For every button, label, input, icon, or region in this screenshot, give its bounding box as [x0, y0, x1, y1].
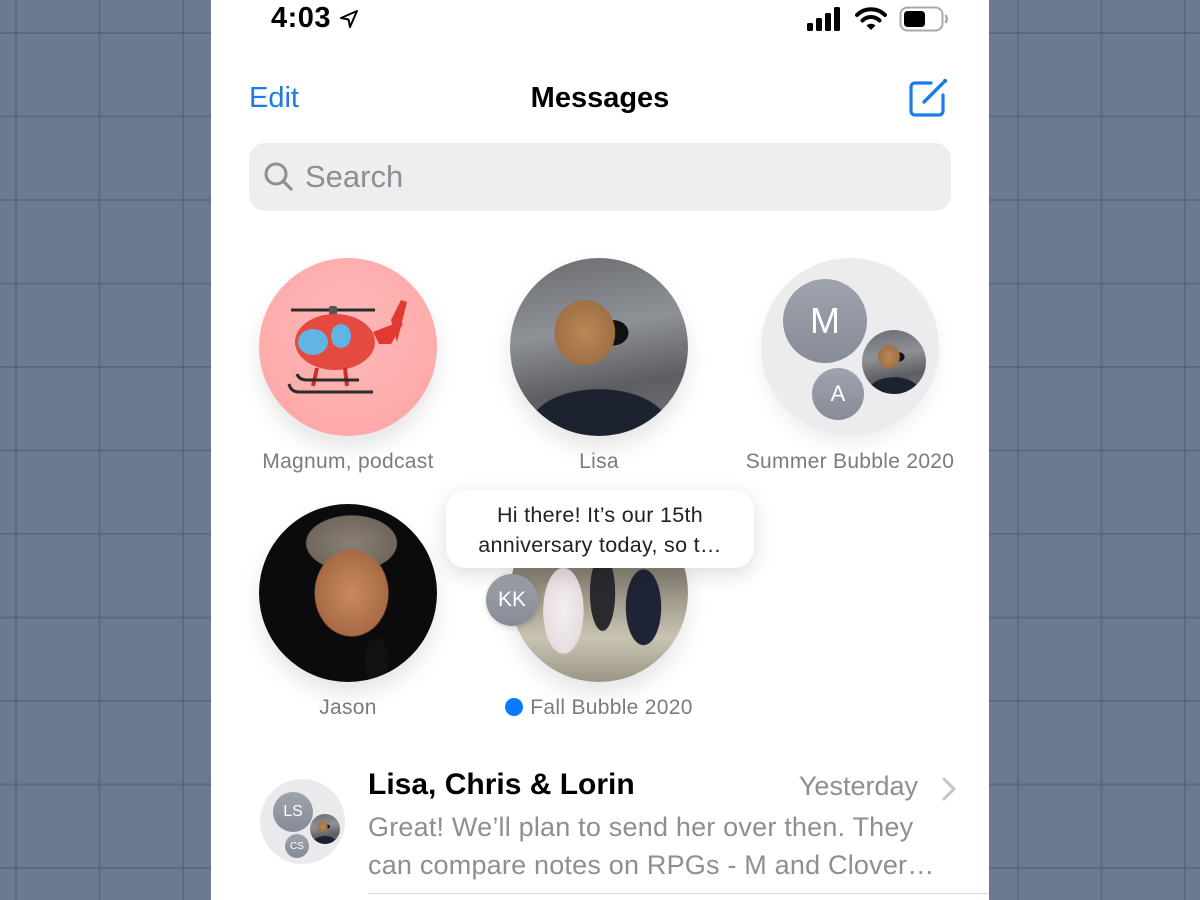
page-title: Messages: [530, 82, 670, 114]
compose-icon[interactable]: [907, 77, 949, 119]
battery-icon: [899, 6, 948, 32]
member-photo: [862, 330, 926, 394]
wifi-icon: [855, 7, 887, 30]
contact-photo: [510, 258, 688, 436]
conversation-preview: Great! We’ll plan to send her over then.…: [368, 812, 935, 880]
contact-photo: [259, 504, 437, 682]
member-monogram: CS: [285, 834, 309, 858]
group-avatar-bg: M A: [761, 258, 939, 436]
status-bar-time: 4:03: [271, 2, 359, 35]
member-monogram: LS: [273, 792, 313, 832]
messages-screen: 4:03 Edit Messages Search Magnum, podcas…: [211, 0, 989, 900]
conversation-row[interactable]: LS CS Lisa, Chris & Lorin Yesterday Grea…: [211, 762, 989, 900]
typing-member-monogram: KK: [486, 574, 538, 626]
helicopter-icon: [287, 300, 407, 394]
pinned-conversation-lisa[interactable]: Lisa: [479, 258, 719, 474]
member-monogram: M: [783, 279, 867, 363]
cellular-signal-icon: [807, 7, 840, 31]
edit-button[interactable]: Edit: [249, 82, 299, 115]
avatar: [259, 258, 437, 436]
pinned-label: Jason: [319, 696, 377, 719]
message-preview-bubble[interactable]: Hi there! It’s our 15th anniversary toda…: [446, 490, 754, 568]
conversation-name: Lisa, Chris & Lorin: [368, 768, 635, 801]
unread-indicator: [505, 698, 524, 716]
search-input[interactable]: [305, 159, 905, 195]
search-field[interactable]: [249, 143, 951, 211]
helicopter-avatar: [259, 258, 437, 436]
status-bar-indicators: [807, 6, 949, 32]
avatar: [510, 258, 688, 436]
pinned-label: Lisa: [579, 450, 619, 473]
location-arrow-icon: [340, 9, 359, 28]
member-monogram: A: [812, 368, 864, 420]
pinned-conversation-jason[interactable]: Jason: [228, 504, 468, 720]
pinned-label: Magnum, podcast: [262, 450, 434, 473]
chevron-right-icon: [942, 777, 956, 801]
member-photo: [310, 814, 340, 844]
pinned-conversation-magnum[interactable]: Magnum, podcast: [228, 258, 468, 474]
group-avatar: M A: [761, 258, 939, 436]
row-divider: [368, 893, 989, 894]
conversation-time: Yesterday: [798, 771, 918, 801]
pinned-label-text: Fall Bubble 2020: [530, 696, 693, 719]
avatar: [259, 504, 437, 682]
pinned-label: Fall Bubble 2020: [479, 696, 719, 720]
pinned-conversation-summer-bubble[interactable]: M A Summer Bubble 2020: [730, 258, 970, 474]
clock-text: 4:03: [271, 2, 332, 34]
pinned-label: Summer Bubble 2020: [745, 450, 955, 473]
group-avatar: LS CS: [260, 779, 345, 864]
search-icon: [264, 162, 293, 191]
